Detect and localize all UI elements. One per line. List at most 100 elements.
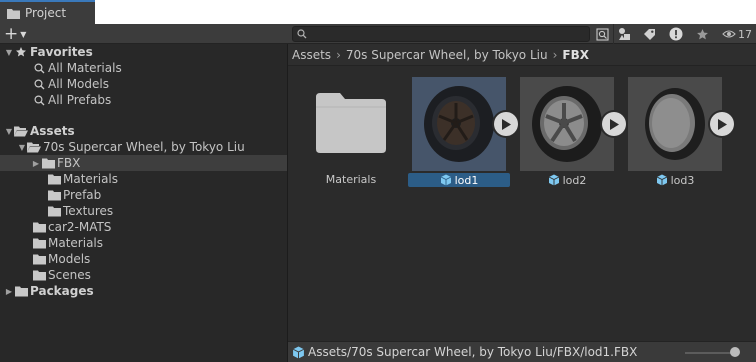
tree-label: 70s Supercar Wheel, by Tokyo Liu (43, 140, 245, 154)
asset-label-text: lod2 (562, 173, 587, 187)
search-icon (32, 61, 46, 75)
tree-label: Models (48, 252, 91, 266)
filter-by-type-icon[interactable] (616, 26, 634, 42)
tab-strip: Project (0, 0, 756, 24)
tree-item-materials[interactable]: Materials (0, 235, 287, 251)
folder-thumbnail (304, 77, 398, 171)
asset-folder-materials[interactable] (304, 77, 398, 171)
tree-label: All Prefabs (48, 93, 112, 107)
folder-icon (316, 93, 386, 153)
breadcrumb-item[interactable]: 70s Supercar Wheel, by Tokyo Liu (346, 48, 548, 62)
search-input[interactable] (292, 26, 590, 42)
expand-arrow-icon[interactable]: ▼ (4, 127, 14, 136)
tree-label: All Materials (48, 61, 122, 75)
play-icon (502, 118, 511, 130)
tree-item-scenes[interactable]: Scenes (0, 267, 287, 283)
expand-model-button[interactable] (602, 112, 626, 136)
folder-icon (7, 8, 20, 19)
folder-icon (47, 204, 61, 218)
open-folder-icon (27, 140, 41, 154)
folder-icon (14, 284, 28, 298)
asset-label-selected: lod1 (408, 173, 510, 187)
breadcrumb-current[interactable]: FBX (562, 48, 589, 62)
tree-label: Assets (30, 124, 75, 138)
tree-item-fbx[interactable]: ▶ FBX (0, 155, 287, 171)
folder-tree: ▼ Favorites All Materials All Models All… (0, 44, 287, 362)
folder-icon (47, 172, 61, 186)
model-thumbnail (412, 77, 506, 171)
folder-icon (41, 156, 55, 170)
asset-label: lod3 (628, 173, 722, 187)
play-icon (718, 118, 727, 130)
model-icon (292, 346, 305, 358)
wheel-preview-icon (424, 86, 494, 162)
chevron-right-icon: › (336, 47, 341, 62)
tree-label: All Models (48, 77, 109, 91)
expand-arrow-icon[interactable]: ▼ (4, 48, 14, 57)
expand-model-button[interactable] (710, 112, 734, 136)
folder-icon (32, 268, 46, 282)
model-icon (548, 174, 559, 186)
asset-label: Materials (325, 172, 377, 186)
wheel-preview-icon (532, 86, 602, 162)
selected-asset-path: Assets/70s Supercar Wheel, by Tokyo Liu/… (308, 345, 638, 359)
collapsed-arrow-icon[interactable]: ▶ (31, 159, 41, 168)
asset-label-text: lod1 (454, 173, 479, 187)
tab-project[interactable]: Project (0, 0, 95, 24)
search-icon (297, 29, 307, 39)
search-by-type-icon[interactable] (593, 26, 611, 42)
breadcrumb-item[interactable]: Assets (292, 48, 331, 62)
open-folder-icon (14, 124, 28, 138)
asset-model-lod2[interactable] (520, 77, 626, 171)
eye-icon (722, 30, 736, 38)
chevron-right-icon: › (552, 47, 558, 62)
tree-item-supercar-wheel[interactable]: ▼ 70s Supercar Wheel, by Tokyo Liu (0, 139, 287, 155)
tree-item-favorites[interactable]: ▼ Favorites (0, 44, 287, 60)
folder-icon (32, 236, 46, 250)
tree-item-car2-mats[interactable]: car2-MATS (0, 219, 287, 235)
label-tag-icon[interactable] (640, 26, 658, 42)
tree-label: Scenes (48, 268, 91, 282)
create-button[interactable]: + ▼ (4, 26, 34, 43)
tree-item-all-prefabs[interactable]: All Prefabs (0, 92, 287, 108)
search-icon (32, 93, 46, 107)
folder-icon (32, 252, 46, 266)
tree-item-packages[interactable]: ▶ Packages (0, 283, 287, 299)
tree-label: FBX (57, 156, 81, 170)
folder-icon (32, 220, 46, 234)
project-toolbar: + ▼ 17 (0, 24, 756, 44)
model-thumbnail (520, 77, 614, 171)
warning-icon[interactable] (667, 26, 685, 42)
tree-item-all-models[interactable]: All Models (0, 76, 287, 92)
asset-model-lod3[interactable] (628, 77, 734, 171)
play-icon (610, 118, 619, 130)
tree-label: Textures (63, 204, 114, 218)
star-favorite-icon[interactable] (693, 26, 711, 42)
tree-item-prefab[interactable]: Prefab (0, 187, 287, 203)
tree-label: Favorites (30, 45, 93, 59)
hidden-packages-toggle[interactable]: 17 (722, 26, 752, 42)
asset-browser: Assets › 70s Supercar Wheel, by Tokyo Li… (288, 44, 756, 362)
tree-item-textures[interactable]: Textures (0, 203, 287, 219)
collapsed-arrow-icon[interactable]: ▶ (4, 287, 14, 296)
tree-item-models[interactable]: Models (0, 251, 287, 267)
asset-model-lod1[interactable] (412, 77, 518, 171)
search-icon (32, 77, 46, 91)
tree-label: Materials (63, 172, 119, 186)
folder-icon (47, 188, 61, 202)
asset-label: lod2 (520, 173, 614, 187)
status-bar: Assets/70s Supercar Wheel, by Tokyo Liu/… (288, 341, 756, 362)
model-icon (656, 174, 667, 186)
toolbar-separator (613, 24, 614, 44)
expand-model-button[interactable] (494, 112, 518, 136)
tree-label: Packages (30, 284, 94, 298)
tree-item-pack-materials[interactable]: Materials (0, 171, 287, 187)
slider-handle[interactable] (730, 347, 740, 357)
tree-label: Materials (48, 236, 104, 250)
star-icon (14, 45, 28, 59)
asset-label-text: lod3 (670, 173, 695, 187)
tree-item-assets[interactable]: ▼ Assets (0, 123, 287, 139)
expand-arrow-icon[interactable]: ▼ (17, 143, 27, 152)
wheel-preview-icon (645, 88, 705, 160)
tree-item-all-materials[interactable]: All Materials (0, 60, 287, 76)
